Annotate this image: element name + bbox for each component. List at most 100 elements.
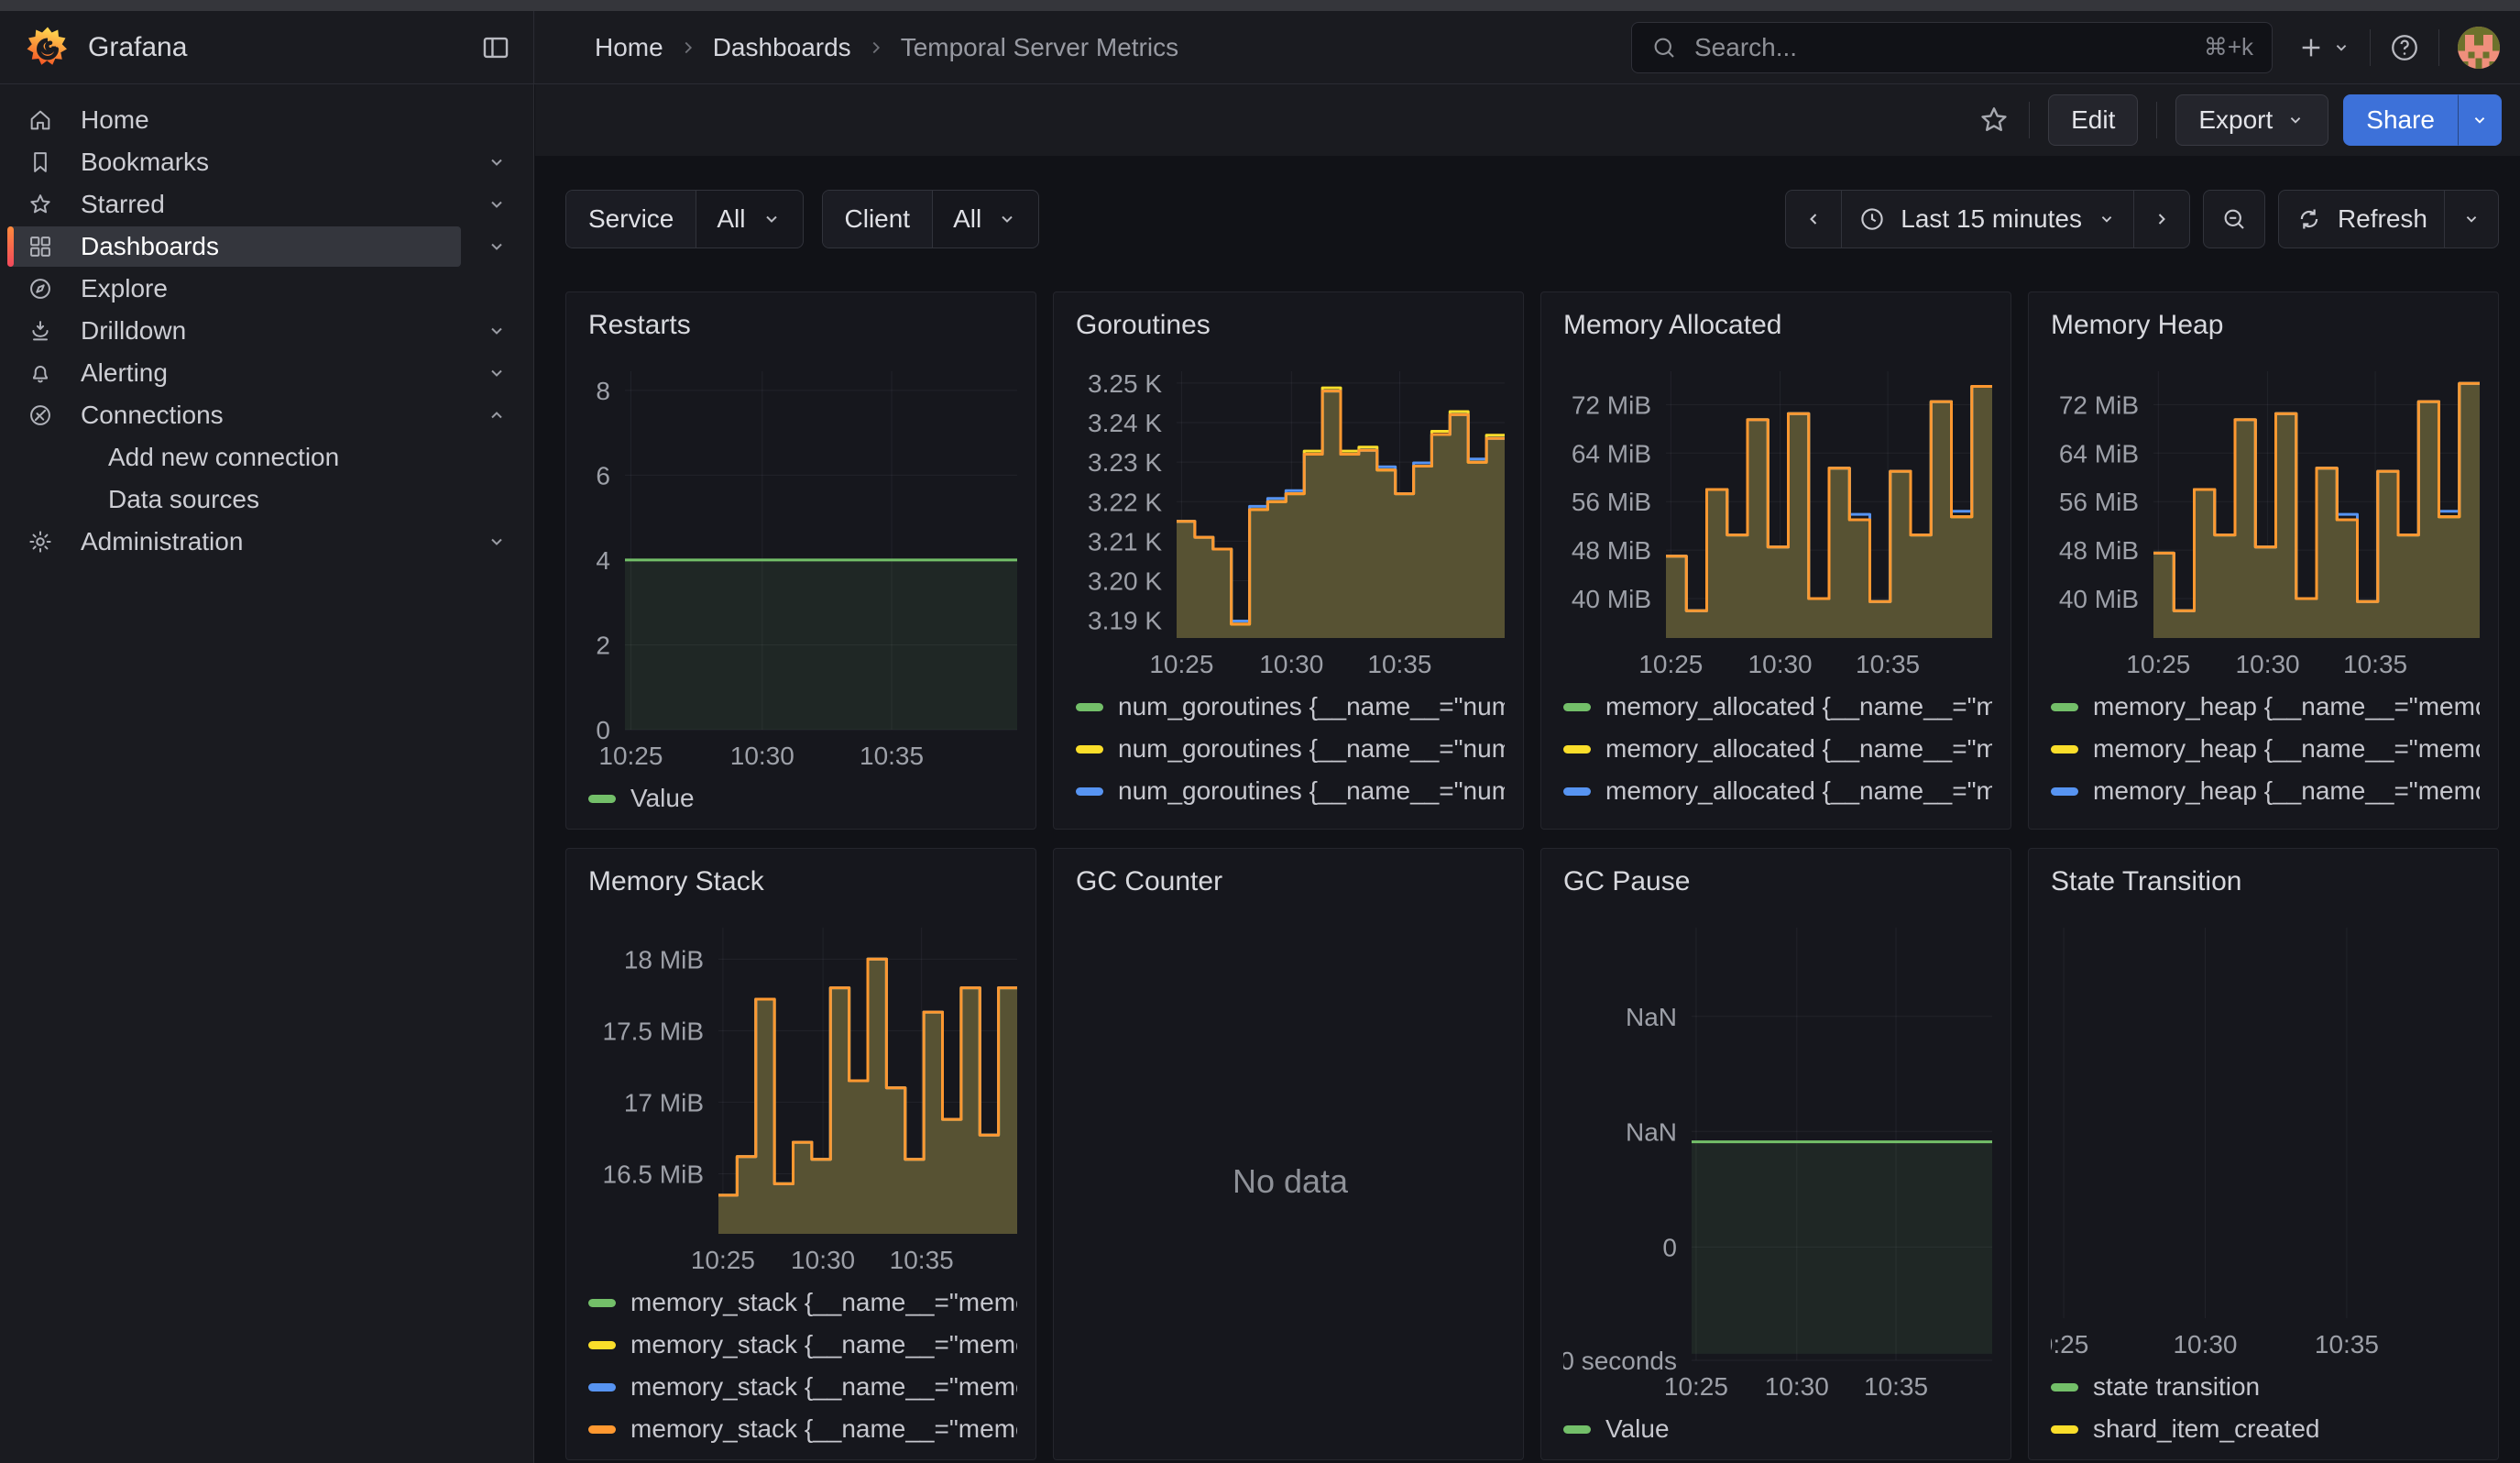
legend-item[interactable]: memory_heap {__name__="memory_h: [2051, 770, 2480, 812]
svg-text:4: 4: [596, 546, 610, 575]
time-range-group: Last 15 minutes: [1785, 190, 2190, 248]
legend: Value: [1563, 1402, 1992, 1450]
legend-item[interactable]: Value: [1563, 1408, 1992, 1450]
legend: num_goroutines {__name__="num_gonum_goro…: [1076, 680, 1505, 820]
help-button[interactable]: [2389, 32, 2420, 63]
chart-goroutines[interactable]: 3.25 K3.24 K3.23 K3.22 K3.21 K3.20 K3.19…: [1076, 357, 1505, 680]
zoom-out-button[interactable]: [2204, 191, 2264, 248]
variable-label: Service: [566, 191, 696, 248]
chevron-down-icon: [761, 208, 783, 230]
svg-text:17.5 MiB: 17.5 MiB: [603, 1017, 705, 1045]
grid-icon: [27, 234, 53, 259]
legend-item[interactable]: num_goroutines {__name__="num_go: [1076, 812, 1505, 820]
chart-gc-counter[interactable]: No data: [1076, 913, 1505, 1450]
svg-text:10:30: 10:30: [791, 1246, 855, 1274]
legend-swatch: [588, 1383, 616, 1392]
svg-text:0: 0: [596, 716, 610, 744]
user-avatar[interactable]: [2458, 27, 2500, 69]
svg-text:10:25: 10:25: [2126, 650, 2190, 678]
legend-label: memory_allocated {__name__="memo: [1605, 776, 1992, 806]
chart-gc-pause[interactable]: NaNNaN00 seconds10:2510:3010:35: [1563, 913, 1992, 1402]
chart-memory-stack[interactable]: 18 MiB17.5 MiB17 MiB16.5 MiB10:2510:3010…: [588, 913, 1017, 1276]
legend-item[interactable]: memory_heap {__name__="memory_h: [2051, 686, 2480, 728]
time-range-picker[interactable]: Last 15 minutes: [1842, 191, 2134, 248]
sidebar-item-alerting[interactable]: Alerting: [0, 352, 533, 394]
panel-state-transition: State Transition 0:2510:3010:35 state tran…: [2028, 848, 2499, 1460]
legend-swatch: [2051, 745, 2078, 754]
export-button[interactable]: Export: [2175, 94, 2328, 146]
legend-item[interactable]: memory_allocated {__name__="memo: [1563, 686, 1992, 728]
edit-button[interactable]: Edit: [2048, 94, 2138, 146]
svg-text:40 MiB: 40 MiB: [2059, 585, 2139, 613]
legend-item[interactable]: num_goroutines {__name__="num_go: [1076, 770, 1505, 812]
legend-swatch: [2051, 787, 2078, 796]
sidebar-item-connections[interactable]: Connections: [0, 394, 533, 436]
svg-text:NaN: NaN: [1626, 1003, 1677, 1031]
sidebar-toggle-icon[interactable]: [480, 32, 511, 63]
chart-memory-heap[interactable]: 72 MiB64 MiB56 MiB48 MiB40 MiB10:2510:30…: [2051, 357, 2480, 680]
sidebar-item-bookmarks[interactable]: Bookmarks: [0, 141, 533, 183]
legend-item[interactable]: memory_stack {__name__="memory_s: [588, 1324, 1017, 1366]
chart-restarts[interactable]: 8642010:2510:3010:35: [588, 357, 1017, 772]
svg-text:64 MiB: 64 MiB: [1572, 439, 1651, 468]
legend-item[interactable]: memory_stack {__name__="memory_s: [588, 1282, 1017, 1324]
panel-title[interactable]: GC Counter: [1076, 864, 1505, 900]
chart-canvas: 72 MiB64 MiB56 MiB48 MiB40 MiB10:2510:30…: [1563, 357, 1992, 680]
variable-value-dropdown[interactable]: All: [696, 191, 802, 248]
legend-item[interactable]: memory_stack {__name__="memory_s: [588, 1366, 1017, 1408]
plug-icon: [27, 402, 53, 428]
legend-item[interactable]: memory_allocated {__name__="memo: [1563, 812, 1992, 820]
panel-memory-heap: Memory Heap72 MiB64 MiB56 MiB48 MiB40 Mi…: [2028, 292, 2499, 830]
sidebar-item-starred[interactable]: Starred: [0, 183, 533, 226]
favorite-star-icon[interactable]: [1978, 104, 2011, 137]
sidebar-item-home[interactable]: Home: [0, 99, 533, 141]
sidebar-item-dashboards[interactable]: Dashboards: [0, 226, 533, 268]
legend-item[interactable]: memory_stack {__name__="memory_s: [588, 1408, 1017, 1450]
panel-title[interactable]: Goroutines: [1076, 307, 1505, 344]
help-icon: [2389, 32, 2420, 63]
sidebar-item-administration[interactable]: Administration: [0, 521, 533, 563]
legend-item[interactable]: memory_heap {__name__="memory_h: [2051, 812, 2480, 820]
legend-item[interactable]: memory_allocated {__name__="memo: [1563, 770, 1992, 812]
time-controls: Last 15 minutes Refresh: [1785, 190, 2499, 248]
svg-text:0: 0: [1662, 1233, 1677, 1261]
sidebar-item-drilldown[interactable]: Drilldown: [0, 310, 533, 352]
chart-state-transition[interactable]: 0:2510:3010:35: [2051, 913, 2480, 1360]
chevron-up-icon: [486, 404, 508, 426]
svg-text:3.22 K: 3.22 K: [1088, 488, 1162, 516]
panel-title[interactable]: Memory Allocated: [1563, 307, 1992, 344]
sidebar-item-add-new-connection[interactable]: Add new connection: [0, 436, 533, 478]
share-options-button[interactable]: [2458, 94, 2502, 146]
panel-title[interactable]: Restarts: [588, 307, 1017, 344]
panel-title[interactable]: State Transition: [2051, 864, 2480, 900]
legend-item[interactable]: num_goroutines {__name__="num_go: [1076, 728, 1505, 770]
panel-title[interactable]: Memory Heap: [2051, 307, 2480, 344]
search-box[interactable]: ⌘+k: [1631, 22, 2273, 73]
search-input[interactable]: [1693, 32, 2204, 63]
legend-item[interactable]: shard_item_created: [2051, 1408, 2480, 1450]
refresh-button[interactable]: Refresh: [2279, 191, 2445, 248]
sidebar-item-explore[interactable]: Explore: [0, 268, 533, 310]
sidebar-item-data-sources[interactable]: Data sources: [0, 478, 533, 521]
legend: memory_heap {__name__="memory_hmemory_he…: [2051, 680, 2480, 820]
legend-item[interactable]: num_goroutines {__name__="num_go: [1076, 686, 1505, 728]
legend-item[interactable]: Value: [588, 777, 1017, 820]
legend: Value: [588, 772, 1017, 820]
panel-title[interactable]: GC Pause: [1563, 864, 1992, 900]
panel-title[interactable]: Memory Stack: [588, 864, 1017, 900]
grafana-logo-icon[interactable]: [26, 26, 70, 70]
breadcrumb-home[interactable]: Home: [595, 33, 663, 62]
chart-memory-allocated[interactable]: 72 MiB64 MiB56 MiB48 MiB40 MiB10:2510:30…: [1563, 357, 1992, 680]
variable-value-dropdown[interactable]: All: [933, 191, 1038, 248]
share-button[interactable]: Share: [2343, 94, 2458, 146]
breadcrumb-dashboards[interactable]: Dashboards: [713, 33, 851, 62]
legend-item[interactable]: state transition: [2051, 1366, 2480, 1408]
legend-item[interactable]: memory_heap {__name__="memory_h: [2051, 728, 2480, 770]
svg-text:10:35: 10:35: [1856, 650, 1920, 678]
refresh-interval-button[interactable]: [2445, 191, 2498, 248]
time-range-label: Last 15 minutes: [1901, 204, 2082, 234]
add-new-button[interactable]: [2296, 33, 2351, 62]
time-back-button[interactable]: [1786, 191, 1842, 248]
time-forward-button[interactable]: [2134, 191, 2189, 248]
legend-item[interactable]: memory_allocated {__name__="memo: [1563, 728, 1992, 770]
